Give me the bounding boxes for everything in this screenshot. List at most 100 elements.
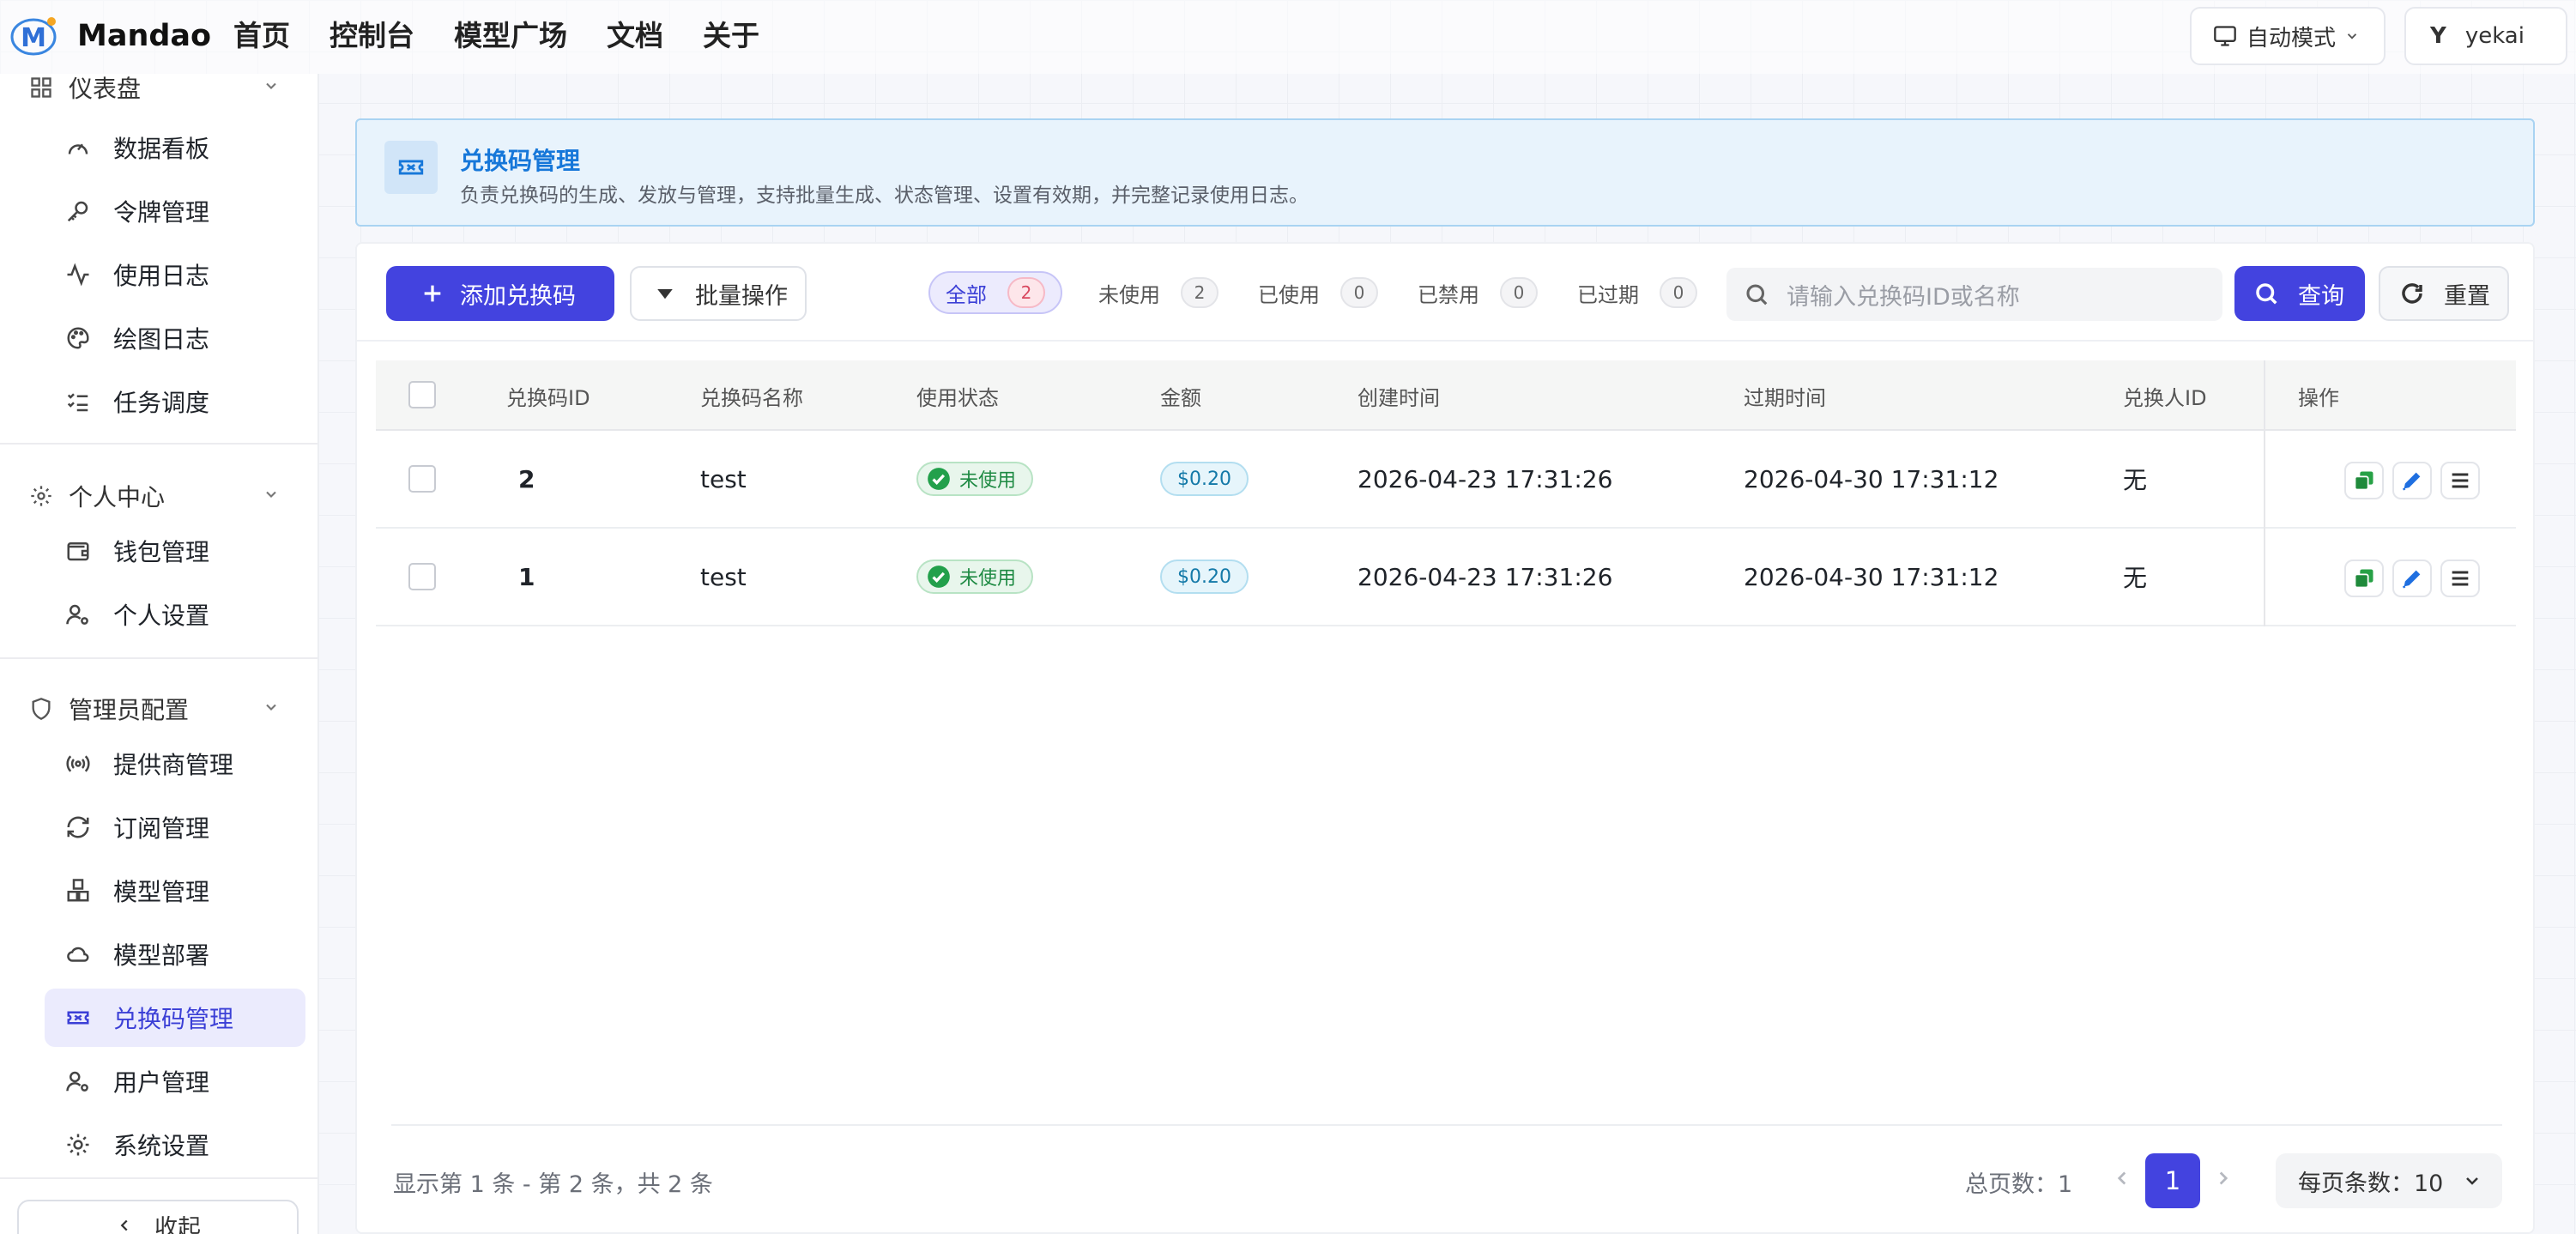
sidebar-item-label: 钱包管理 <box>113 538 210 566</box>
sidebar-item-token[interactable]: 令牌管理 <box>45 182 305 240</box>
nav-docs[interactable]: 文档 <box>607 15 663 57</box>
filter-count-badge: 2 <box>1181 277 1218 308</box>
filter-tab-label: 已禁用 <box>1418 282 1479 307</box>
page-description: 负责兑换码的生成、发放与管理，支持批量生成、状态管理、设置有效期，并完整记录使用… <box>460 184 1309 207</box>
nav-home[interactable]: 首页 <box>233 15 290 57</box>
filter-count-badge: 0 <box>1500 277 1538 308</box>
pencil-icon <box>2402 570 2421 589</box>
sidebar-divider <box>0 1177 319 1179</box>
add-button-label: 添加兑换码 <box>460 282 576 310</box>
sidebar-item-label: 系统设置 <box>113 1132 210 1160</box>
key-icon <box>67 201 88 222</box>
boxes-icon <box>67 879 89 902</box>
sidebar-item-users[interactable]: 用户管理 <box>45 1052 305 1110</box>
sidebar-item-label: 提供商管理 <box>113 751 234 779</box>
column-header-amount[interactable]: 金额 <box>1160 360 1201 431</box>
query-button[interactable]: 查询 <box>2234 266 2365 321</box>
add-redeem-code-button[interactable]: 添加兑换码 <box>386 266 614 321</box>
filter-tab-all[interactable]: 全部 2 <box>928 271 1062 314</box>
copy-button[interactable] <box>2344 462 2384 499</box>
caret-down-icon <box>657 289 673 299</box>
more-menu-button[interactable] <box>2440 560 2480 597</box>
query-button-label: 查询 <box>2298 282 2344 310</box>
theme-mode-dropdown[interactable]: 自动模式 <box>2190 7 2386 65</box>
chevron-down-icon <box>266 704 276 711</box>
sidebar-item-personal-settings[interactable]: 个人设置 <box>45 585 305 644</box>
filter-count-badge: 2 <box>1007 277 1045 308</box>
sidebar-item-data-dashboard[interactable]: 数据看板 <box>45 118 305 177</box>
sidebar-item-models[interactable]: 模型管理 <box>45 862 305 920</box>
more-menu-button[interactable] <box>2440 462 2480 499</box>
batch-actions-button[interactable]: 批量操作 <box>630 266 807 321</box>
filter-tab-disabled[interactable]: 已禁用 0 <box>1402 271 1553 314</box>
ticket-icon <box>67 1011 89 1025</box>
column-header-status[interactable]: 使用状态 <box>916 360 999 431</box>
column-header-id[interactable]: 兑换码ID <box>506 360 590 431</box>
status-badge: 未使用 <box>916 462 1034 496</box>
shield-icon <box>32 698 51 720</box>
column-header-name[interactable]: 兑换码名称 <box>700 360 803 431</box>
sidebar-section-admin[interactable]: 管理员配置 <box>29 692 276 726</box>
gear-icon <box>67 1134 89 1156</box>
cell-created: 2026-04-23 17:31:26 <box>1358 562 1613 591</box>
cell-amount: $0.20 <box>1160 529 1249 625</box>
column-header-created[interactable]: 创建时间 <box>1358 360 1440 431</box>
select-all-checkbox[interactable] <box>408 381 436 408</box>
sidebar-item-wallet[interactable]: 钱包管理 <box>45 522 305 580</box>
amount-badge: $0.20 <box>1160 560 1249 594</box>
status-text: 未使用 <box>959 568 1017 590</box>
page-size-select[interactable]: 每页条数：10 <box>2276 1153 2502 1208</box>
page-button-current[interactable]: 1 <box>2145 1153 2200 1208</box>
sidebar-item-label: 模型部署 <box>113 941 210 970</box>
ticket-icon <box>384 141 438 194</box>
column-header-redeemer[interactable]: 兑换人ID <box>2123 360 2207 431</box>
sidebar-item-model-deploy[interactable]: 模型部署 <box>45 925 305 983</box>
cell-name: test <box>700 562 747 591</box>
gear-icon <box>31 486 51 506</box>
actions-column-divider <box>2264 360 2265 626</box>
sidebar-item-subscriptions[interactable]: 订阅管理 <box>45 798 305 856</box>
edit-button[interactable] <box>2392 462 2432 499</box>
table-row: 2 test 未使用 $0.20 2026-04-23 17:31:26 202… <box>376 431 2516 529</box>
sidebar-item-system-settings[interactable]: 系统设置 <box>45 1116 305 1174</box>
pencil-icon <box>2402 472 2421 491</box>
mandao-logo-icon[interactable]: M <box>9 14 58 57</box>
nav-console[interactable]: 控制台 <box>330 15 414 57</box>
user-cog-icon <box>66 1071 88 1092</box>
footer-divider <box>391 1124 2502 1126</box>
brand-name[interactable]: Mandao <box>77 15 211 57</box>
table-header: 兑换码ID 兑换码名称 使用状态 金额 创建时间 过期时间 兑换人ID 操作 <box>376 360 2516 431</box>
filter-tab-label: 已过期 <box>1577 282 1639 307</box>
filter-tab-unused[interactable]: 未使用 2 <box>1083 271 1234 314</box>
sidebar-item-task-schedule[interactable]: 任务调度 <box>45 372 305 431</box>
reset-button[interactable]: 重置 <box>2379 266 2509 321</box>
sidebar-item-redeem-codes[interactable]: 兑换码管理 <box>45 989 305 1047</box>
activity-icon <box>67 263 89 287</box>
sidebar-section-dashboard[interactable]: 仪表盘 <box>29 74 276 105</box>
filter-tab-expired[interactable]: 已过期 0 <box>1562 271 1713 314</box>
collapse-sidebar-button[interactable]: 收起 <box>17 1200 299 1234</box>
gauge-icon <box>68 143 88 154</box>
prev-page-button[interactable] <box>2102 1158 2142 1198</box>
top-header: M Mandao 首页 控制台 模型广场 文档 关于 自动模式 Y yekai <box>0 0 2576 74</box>
nav-about[interactable]: 关于 <box>703 15 759 57</box>
filter-tab-used[interactable]: 已使用 0 <box>1243 271 1394 314</box>
total-pages: 总页数：1 <box>1965 1171 2073 1198</box>
cell-created: 2026-04-23 17:31:26 <box>1358 464 1613 493</box>
sidebar-section-personal[interactable]: 个人中心 <box>29 479 276 513</box>
row-checkbox[interactable] <box>408 465 436 493</box>
copy-button[interactable] <box>2344 560 2384 597</box>
sidebar-item-usage-log[interactable]: 使用日志 <box>45 245 305 304</box>
user-menu[interactable]: Y yekai <box>2404 7 2567 65</box>
column-header-expires[interactable]: 过期时间 <box>1744 360 1826 431</box>
filter-count-badge: 0 <box>1340 277 1378 308</box>
row-checkbox[interactable] <box>408 563 436 590</box>
next-page-button[interactable] <box>2204 1158 2243 1198</box>
search-input[interactable]: 请输入兑换码ID或名称 <box>1726 268 2222 321</box>
refresh-icon <box>2402 283 2422 304</box>
sidebar-section-label: 管理员配置 <box>69 696 190 724</box>
nav-model-square[interactable]: 模型广场 <box>454 15 567 57</box>
sidebar-item-providers[interactable]: 提供商管理 <box>45 735 305 793</box>
sidebar-item-drawing-log[interactable]: 绘图日志 <box>45 309 305 367</box>
edit-button[interactable] <box>2392 560 2432 597</box>
